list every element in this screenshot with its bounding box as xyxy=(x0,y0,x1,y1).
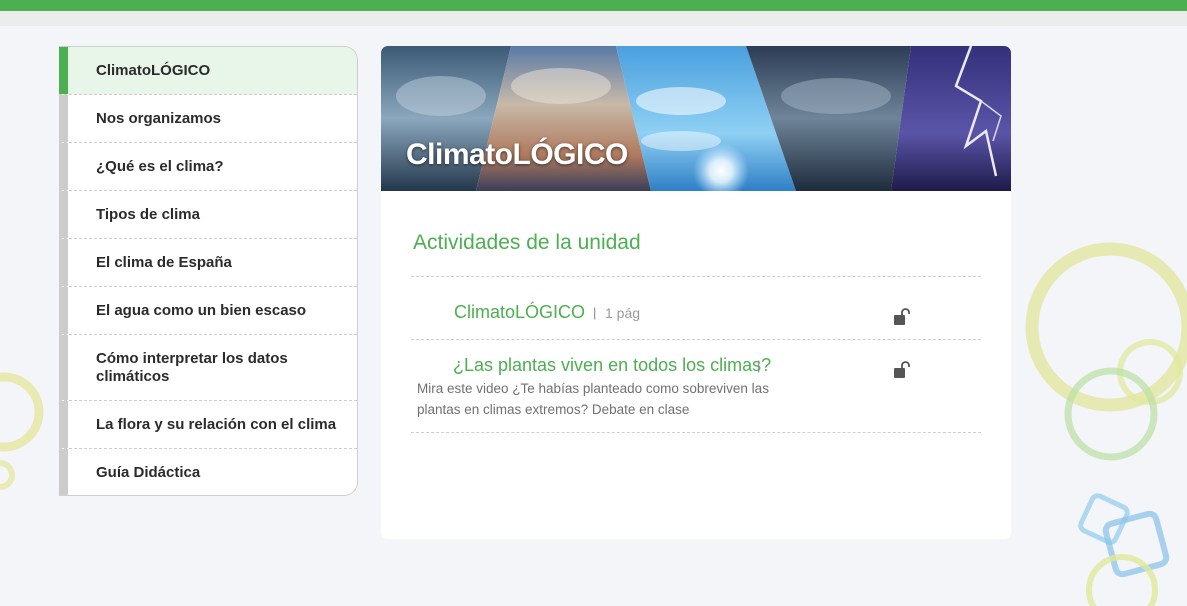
activity-separator: | xyxy=(593,305,597,320)
divider xyxy=(411,276,981,277)
sidebar-item-flora-clima[interactable]: La flora y su relación con el clima xyxy=(59,401,357,449)
sidebar-item-guia-didactica[interactable]: Guía Didáctica xyxy=(59,449,357,495)
sidebar-item-tipos-de-clima[interactable]: Tipos de clima xyxy=(59,191,357,239)
top-strip xyxy=(0,11,1187,26)
sidebar-item-label: El clima de España xyxy=(96,253,232,271)
activity-title-plantas-climas[interactable]: ¿Las plantas viven en todos los climas? xyxy=(453,355,771,376)
sidebar-item-agua-bien-escaso[interactable]: El agua como un bien escaso xyxy=(59,287,357,335)
activity-page-count: 1 pág xyxy=(605,305,641,321)
divider xyxy=(411,432,981,433)
sidebar-item-label: Cómo interpretar los datos climáticos xyxy=(96,349,288,385)
sidebar-item-label: ClimatoLÓGICO xyxy=(96,61,211,79)
activities-heading: Actividades de la unidad xyxy=(413,231,641,254)
sidebar-item-label: Guía Didáctica xyxy=(96,464,201,481)
sidebar-item-label: El agua como un bien escaso xyxy=(96,301,307,319)
sidebar-item-que-es-el-clima[interactable]: ¿Qué es el clima? xyxy=(59,143,357,191)
activity-description: Mira este video ¿Te habías planteado com… xyxy=(417,381,769,417)
sidebar-item-interpretar-datos[interactable]: Cómo interpretar los datos climáticos xyxy=(59,335,357,401)
sidebar-nav: ClimatoLÓGICO Nos organizamos ¿Qué es el… xyxy=(59,46,358,496)
top-accent-bar xyxy=(0,0,1187,11)
activity-title-climatologico[interactable]: ClimatoLÓGICO xyxy=(454,302,585,323)
sidebar-item-label: ¿Qué es el clima? xyxy=(96,157,224,175)
main-panel: ClimatoLÓGICO Actividades de la unidad C… xyxy=(381,46,1011,539)
sidebar-item-climatologico[interactable]: ClimatoLÓGICO xyxy=(59,47,357,95)
sidebar-item-label: Nos organizamos xyxy=(96,109,222,127)
unit-banner: ClimatoLÓGICO xyxy=(381,46,1011,191)
sidebar-item-label: La flora y su relación con el clima xyxy=(96,415,337,433)
sidebar-item-clima-espana[interactable]: El clima de España xyxy=(59,239,357,287)
unit-title: ClimatoLÓGICO xyxy=(406,138,628,171)
activity-separator: | xyxy=(757,358,761,373)
unlocked-lock-icon[interactable] xyxy=(892,360,912,380)
unlocked-lock-icon[interactable] xyxy=(892,307,912,327)
sidebar-item-label: Tipos de clima xyxy=(96,205,200,223)
divider xyxy=(411,339,981,340)
sidebar-item-nos-organizamos[interactable]: Nos organizamos xyxy=(59,95,357,143)
